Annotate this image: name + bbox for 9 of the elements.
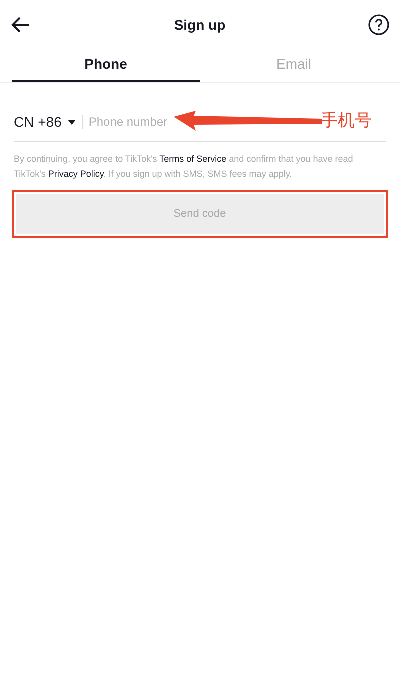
caret-icon	[68, 120, 76, 124]
country-code-dropdown[interactable]: CN +86	[14, 114, 76, 130]
terms-link[interactable]: Terms of Service	[160, 154, 227, 164]
tab[interactable]: Phone	[12, 50, 200, 82]
annotation-label: 手机号	[321, 110, 372, 132]
terms-link[interactable]: Privacy Policy	[48, 169, 104, 179]
help-icon[interactable]	[368, 14, 390, 36]
page-title: Sign up	[174, 17, 226, 33]
terms-text: By continuing, you agree to TikTok's Terms of Service and confirm that you have read TikTok's Privacy Policy. If you sign up with SMS, SMS fees may apply.	[14, 153, 354, 181]
